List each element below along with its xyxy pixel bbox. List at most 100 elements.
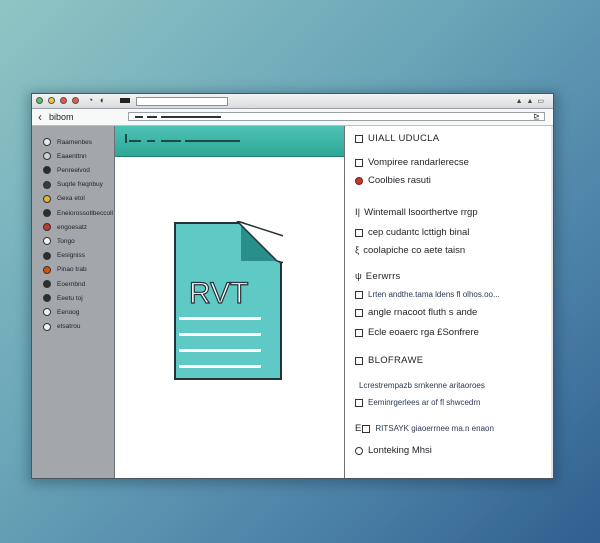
- circle-icon: [43, 223, 51, 232]
- header-line-4: [185, 140, 240, 142]
- sidebar-item[interactable]: Eneiorossotlbeccoll: [43, 207, 113, 219]
- checkbox-icon[interactable]: [355, 356, 363, 365]
- circle-icon: [43, 251, 51, 260]
- gear-icon: [43, 322, 51, 331]
- sidebar-item[interactable]: Pinao trab: [43, 264, 87, 276]
- share-icon[interactable]: ◔: [86, 96, 95, 105]
- search-input[interactable]: ⊵: [128, 112, 545, 121]
- sidebar-item[interactable]: Penreelvod: [43, 164, 90, 176]
- sidebar-item-label: Suqrle freqnbuy: [57, 181, 103, 189]
- details-row[interactable]: I| Wintemall lsoorthertve rrgp: [355, 206, 478, 219]
- header-mark: [125, 134, 127, 143]
- checkbox-icon[interactable]: [355, 308, 363, 317]
- checkbox-icon[interactable]: [355, 446, 363, 455]
- checkbox-icon[interactable]: [355, 398, 363, 407]
- sidebar-item-label: Eaaenttnn: [57, 152, 87, 160]
- details-pane: UIALL UDUCLA Vompiree randarlerecse Coolbi…: [345, 126, 553, 478]
- sidebar-toggle-icon[interactable]: [120, 98, 130, 103]
- details-row[interactable]: UIALL UDUCLA: [355, 132, 439, 145]
- circle-icon: [43, 180, 51, 189]
- sidebar-item[interactable]: etsatrou: [43, 321, 81, 333]
- back-button[interactable]: ‹: [38, 110, 42, 124]
- details-row[interactable]: Vompiree randarlerecse: [355, 156, 469, 169]
- sidebar-item[interactable]: Tongo: [43, 235, 75, 247]
- sidebar-item[interactable]: Suqrle freqnbuy: [43, 179, 103, 191]
- search-dash-1: [135, 116, 143, 118]
- file-line-4: [179, 365, 261, 368]
- details-row[interactable]: Eeminrgerlees ar of fl shwcedrn: [355, 396, 481, 409]
- sidebar-item-label: Gexa etol: [57, 195, 85, 203]
- sidebar-item[interactable]: Gexa etol: [43, 193, 85, 205]
- sidebar-item-label: Eesigniss: [57, 252, 85, 260]
- details-row[interactable]: BLOFRAWE: [355, 354, 423, 367]
- file-browser-window: ◔ ◐ ▲ ▲ ▭ ‹ bibom ⊵ Raamenbes Eaaenttnn Pe…: [31, 93, 554, 479]
- gear-icon: [43, 152, 51, 161]
- details-row[interactable]: cep cudantc lcttigh binal: [355, 226, 469, 239]
- details-row-text: RITSAYK giaoerrnee ma.n enaon: [375, 424, 494, 433]
- checkbox-icon[interactable]: [355, 228, 363, 237]
- row-glyph-icon: ψ: [355, 271, 362, 282]
- details-row[interactable]: Lonteking Mhsi: [355, 444, 432, 457]
- rvt-file-icon: RVT: [174, 221, 283, 380]
- search-button-icon[interactable]: ⊵: [533, 112, 540, 121]
- details-row[interactable]: angle rnacoot fluth s ande: [355, 306, 477, 319]
- header-line-3: [161, 140, 181, 142]
- row-glyph-icon: I|: [355, 207, 361, 218]
- details-row-text: angle rnacoot fluth s ande: [368, 307, 478, 318]
- sidebar-item[interactable]: Raamenbes: [43, 136, 92, 148]
- checkbox-icon[interactable]: [355, 328, 363, 337]
- sidebar-item-label: Raamenbes: [57, 138, 93, 146]
- sidebar-item[interactable]: Eaaenttnn: [43, 150, 87, 162]
- details-row[interactable]: ξ coolapiche co aete taisn: [355, 244, 465, 257]
- window-minimize-icon[interactable]: [48, 97, 55, 104]
- details-row-text: Lcrestrempazb srnkenne aritaoroes: [359, 381, 485, 390]
- sidebar-item[interactable]: Eeetu toj: [43, 292, 83, 304]
- file-line-1: [179, 317, 261, 320]
- details-row[interactable]: Lcrestrempazb srnkenne aritaoroes: [355, 379, 485, 392]
- sidebar-item[interactable]: Eenoog: [43, 306, 79, 318]
- circle-icon: [43, 265, 51, 274]
- sidebar: Raamenbes Eaaenttnn Penreelvod Suqrle freqn…: [32, 126, 115, 478]
- sidebar-item-label: Pinao trab: [57, 266, 87, 274]
- details-row[interactable]: Lrten andthe.tama ldens fl olhos.oo...: [355, 288, 500, 301]
- details-row[interactable]: Coolbies rasuti: [355, 174, 431, 187]
- details-row-text: Vompiree randarlerecse: [368, 157, 469, 168]
- settings-icon[interactable]: ◐: [98, 96, 107, 105]
- sidebar-item[interactable]: engoesatz: [43, 221, 87, 233]
- window-zoom-icon[interactable]: [60, 97, 67, 104]
- sidebar-item-label: Eeetu toj: [57, 294, 83, 302]
- details-row-text: UIALL UDUCLA: [368, 133, 440, 144]
- checkbox-icon[interactable]: [355, 158, 363, 167]
- scrollbar[interactable]: [551, 126, 553, 478]
- circle-icon: [43, 294, 51, 303]
- checkbox-icon[interactable]: [362, 424, 371, 433]
- checkbox-icon[interactable]: [355, 134, 363, 143]
- sidebar-item-label: Penreelvod: [57, 166, 90, 174]
- breadcrumb[interactable]: bibom: [49, 112, 74, 122]
- search-dash-3: [161, 116, 221, 118]
- address-bar[interactable]: [136, 97, 228, 106]
- header-line-1: [129, 140, 141, 142]
- circle-icon: [43, 280, 51, 288]
- window-close-icon[interactable]: [36, 97, 43, 104]
- sidebar-item[interactable]: Eoernbnd: [43, 278, 85, 290]
- details-row-text: Ecle eoaerc rga £Sonfrere: [368, 327, 479, 338]
- details-row[interactable]: ψ Eerwrrs: [355, 270, 401, 283]
- file-label: RVT: [189, 277, 248, 310]
- checkbox-icon[interactable]: [355, 290, 363, 299]
- details-row-text: BLOFRAWE: [368, 355, 424, 366]
- details-row[interactable]: Ecle eoaerc rga £Sonfrere: [355, 326, 479, 339]
- header-line-2: [147, 140, 155, 142]
- sidebar-item-label: Eoernbnd: [57, 280, 86, 288]
- preview-pane: RVT: [115, 126, 345, 478]
- details-row-text: Eerwrrs: [365, 271, 401, 282]
- sidebar-item-label: Eneiorossotlbeccoll: [57, 209, 114, 217]
- window-extra-icon[interactable]: [72, 97, 79, 104]
- circle-icon: [43, 237, 51, 246]
- title-bar: ◔ ◐ ▲ ▲ ▭: [32, 94, 553, 109]
- toolbar: ‹ bibom ⊵: [32, 109, 553, 126]
- details-row[interactable]: E RITSAYK giaoerrnee ma.n enaon: [355, 422, 494, 435]
- circle-icon: [43, 209, 51, 217]
- sidebar-item[interactable]: Eesigniss: [43, 250, 85, 262]
- status-dot-icon[interactable]: [355, 176, 363, 185]
